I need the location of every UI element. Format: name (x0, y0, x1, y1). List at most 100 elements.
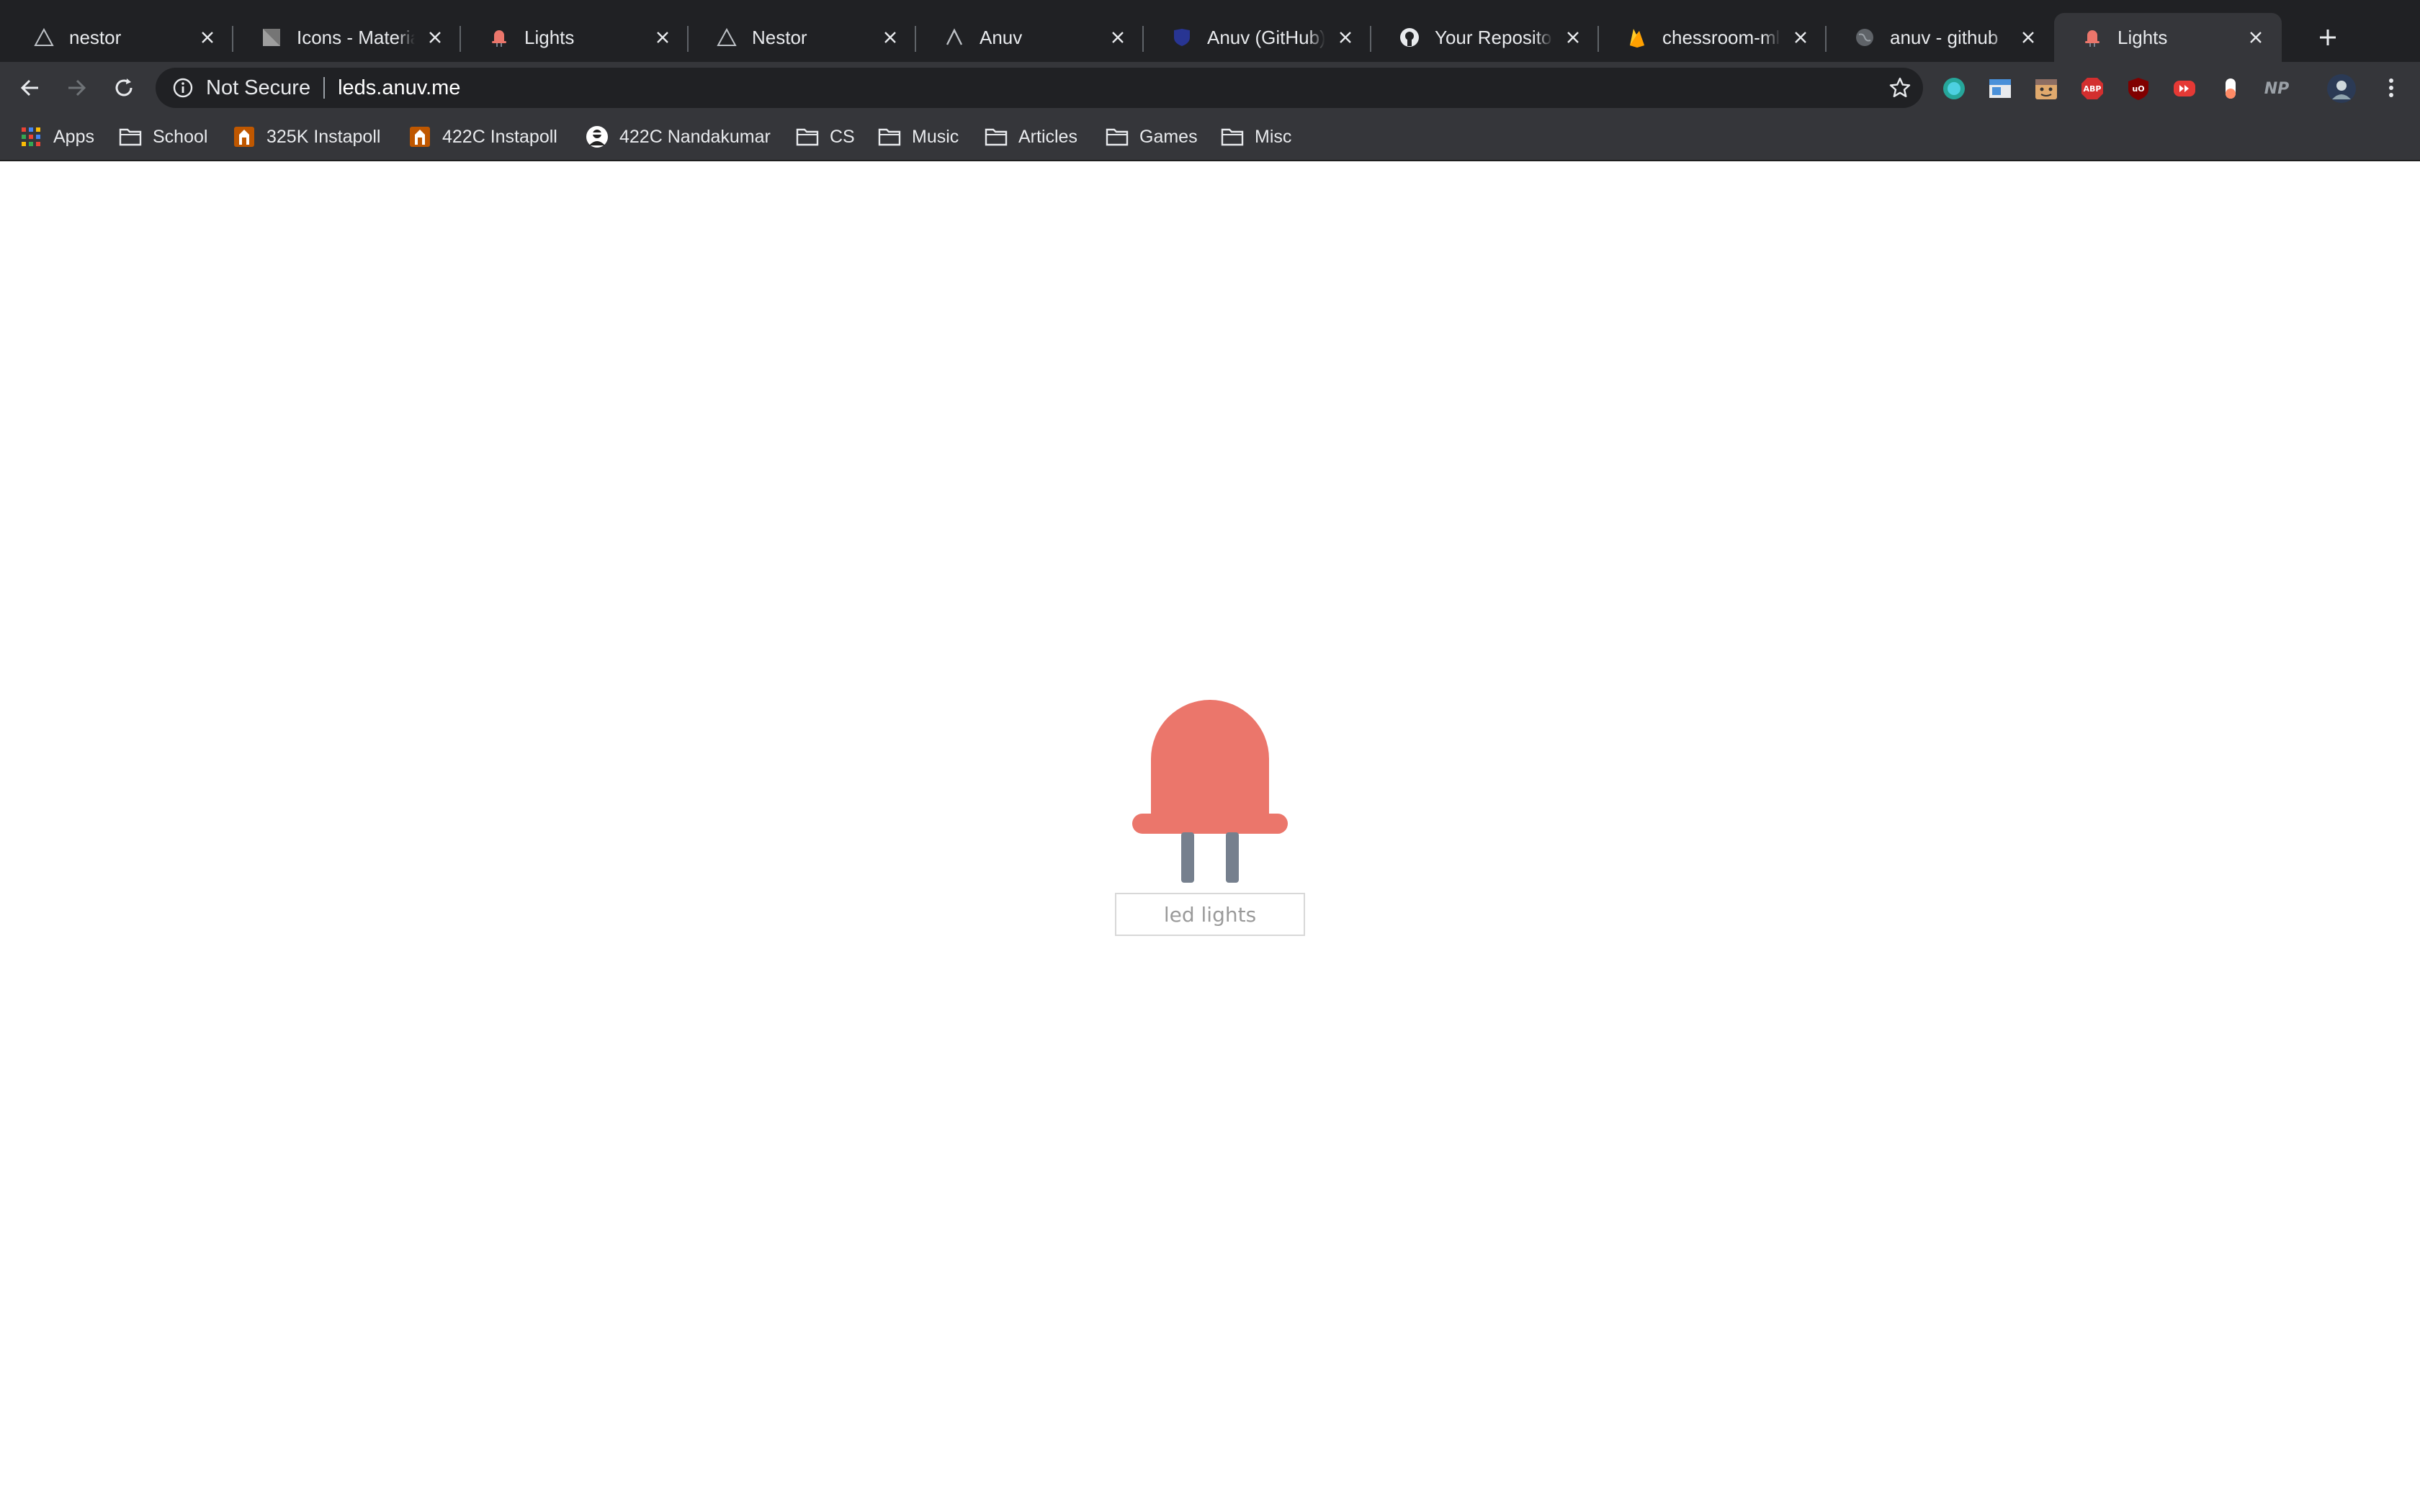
close-icon[interactable] (1103, 23, 1132, 52)
bookmark-school[interactable]: School (118, 122, 207, 151)
reload-button[interactable] (108, 72, 140, 104)
bookmark-422c-instapoll[interactable]: 422C Instapoll (408, 122, 557, 151)
bookmark-label: 325K Instapoll (266, 126, 381, 147)
capsule-icon[interactable] (2218, 76, 2243, 101)
tab-anuv-github-2[interactable]: anuv - github (1827, 13, 2054, 62)
instapoll-icon (408, 125, 432, 148)
tab-nestor[interactable]: nestor (6, 13, 233, 62)
bookmark-422c-nandakumar[interactable]: 422C Nandakumar (585, 122, 771, 151)
close-icon[interactable] (2014, 23, 2043, 52)
tab-title: Your Repositories (1435, 26, 1553, 48)
close-icon[interactable] (648, 23, 677, 52)
redirect-icon[interactable] (2172, 76, 2197, 101)
bookmark-star-icon[interactable] (1887, 75, 1913, 101)
led-leg-right (1226, 832, 1239, 883)
firebase-icon (1626, 27, 1648, 48)
address-bar[interactable]: Not Secure leds.anuv.me (156, 68, 1923, 108)
bookmark-label: School (153, 126, 208, 147)
shield-icon (1171, 27, 1193, 48)
close-icon[interactable] (1559, 23, 1587, 52)
bookmark-misc[interactable]: Misc (1220, 122, 1291, 151)
material-icon (261, 27, 282, 48)
bookmark-label: 422C Nandakumar (619, 126, 771, 147)
np-icon[interactable]: NP (2264, 76, 2290, 101)
tab-strip: nestor Icons - Material Design Lights (0, 0, 2420, 62)
tab-nestor-2[interactable]: Nestor (689, 13, 916, 62)
bookmark-label: Misc (1255, 126, 1292, 147)
np-label: NP (2264, 79, 2290, 98)
tab-title: Lights (524, 26, 575, 48)
ublock-label: uO (2132, 84, 2145, 94)
tab-chessroom-ml[interactable]: chessroom-ml – (1599, 13, 1827, 62)
close-icon[interactable] (1331, 23, 1360, 52)
adblock-icon[interactable]: ABP (2080, 76, 2105, 101)
face-icon[interactable] (2034, 76, 2058, 101)
ublock-icon[interactable]: uO (2126, 76, 2151, 101)
arrow-left-icon (20, 79, 38, 96)
info-icon[interactable] (171, 76, 194, 99)
tab-anuv[interactable]: Anuv (916, 13, 1144, 62)
toolbar: Not Secure leds.anuv.me ABP uO NP (0, 62, 2420, 114)
page-content (0, 161, 2420, 1512)
folder-icon (877, 125, 902, 148)
forward-button[interactable] (60, 72, 92, 104)
omnibox-divider (323, 77, 326, 99)
github-icon (1399, 27, 1420, 48)
tab-your-repositories[interactable]: Your Repositories (1371, 13, 1599, 62)
folder-icon (984, 125, 1008, 148)
close-icon[interactable] (193, 23, 222, 52)
back-button[interactable] (14, 72, 46, 104)
bookmark-label: Games (1139, 126, 1198, 147)
reload-icon (115, 78, 133, 96)
tab-title: Nestor (752, 26, 807, 48)
more-vert-icon (2389, 78, 2393, 97)
folder-icon (118, 125, 143, 148)
new-tab-button[interactable] (2312, 22, 2344, 53)
bookmark-label: Music (912, 126, 959, 147)
folder-icon (795, 125, 820, 148)
url-text[interactable]: leds.anuv.me (338, 76, 460, 100)
bookmark-music[interactable]: Music (877, 122, 959, 151)
tab-title: Anuv (980, 26, 1023, 48)
led-lights-input[interactable] (1115, 893, 1305, 936)
arrow-right-icon (68, 79, 86, 96)
bulb-icon (2081, 27, 2103, 48)
plus-icon (2320, 30, 2336, 45)
person-icon (585, 125, 609, 148)
folder-icon (1105, 125, 1129, 148)
tab-title: Icons - Material Design (297, 26, 415, 48)
close-icon[interactable] (876, 23, 905, 52)
triangle-icon (716, 27, 738, 48)
tab-anuv-github[interactable]: Anuv (GitHub) (1144, 13, 1371, 62)
led-icon[interactable] (1131, 680, 1289, 1040)
caret-icon (944, 27, 965, 48)
teal-circle-icon[interactable] (1942, 76, 1966, 101)
led-leg-left (1181, 832, 1194, 883)
bookmarks-bar: Apps School 325K Instapoll 422C Instapol… (0, 114, 2420, 161)
bookmark-articles[interactable]: Articles (984, 122, 1077, 151)
window-icon[interactable] (1988, 76, 2012, 101)
bookmark-label: CS (830, 126, 855, 147)
tab-lights[interactable]: Lights (461, 13, 689, 62)
apps-grid-icon (19, 125, 43, 148)
bookmark-games[interactable]: Games (1105, 122, 1198, 151)
instapoll-icon (232, 125, 256, 148)
tab-icons-material[interactable]: Icons - Material Design (233, 13, 461, 62)
bookmark-cs[interactable]: CS (795, 122, 855, 151)
bookmark-325k-instapoll[interactable]: 325K Instapoll (232, 122, 380, 151)
avatar[interactable] (2326, 73, 2357, 104)
security-label[interactable]: Not Secure (206, 76, 310, 100)
led-bulb (1151, 700, 1269, 820)
close-icon[interactable] (1786, 23, 1815, 52)
tab-title: nestor (69, 26, 122, 48)
tab-title: chessroom-ml – (1662, 26, 1780, 48)
globe-icon (1854, 27, 1876, 48)
close-icon[interactable] (2241, 23, 2270, 52)
close-icon[interactable] (421, 23, 449, 52)
bookmark-apps[interactable]: Apps (19, 122, 94, 151)
triangle-icon (33, 27, 55, 48)
tab-lights-active[interactable]: Lights (2054, 13, 2282, 62)
bookmark-label: Apps (53, 126, 94, 147)
tab-title: Lights (2118, 26, 2168, 48)
menu-button[interactable] (2375, 72, 2407, 104)
